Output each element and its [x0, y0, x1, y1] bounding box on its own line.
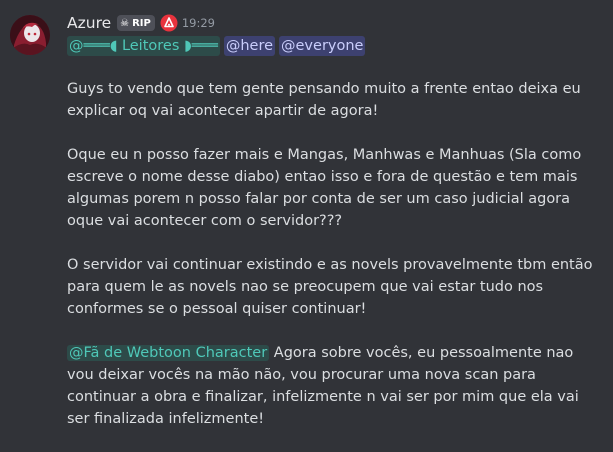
- mentions-line: @═══◖ Leitores ◗═══ @here @everyone: [67, 36, 366, 56]
- avatar[interactable]: [10, 15, 50, 55]
- message-paragraph-last: @Fã de Webtoon Character Agora sobre voc…: [67, 342, 603, 430]
- role-mention-fa-de-webtoon[interactable]: @Fã de Webtoon Character: [67, 345, 270, 361]
- skull-icon: ☠: [120, 17, 130, 29]
- server-tag[interactable]: ☠ RIP: [117, 15, 155, 31]
- avatar-image: [10, 15, 50, 55]
- message-paragraph: Oque eu n posso fazer mais e Mangas, Man…: [67, 147, 582, 229]
- timestamp[interactable]: 19:29: [182, 16, 215, 30]
- mention-here[interactable]: @here: [223, 36, 276, 56]
- server-tag-label: RIP: [132, 17, 151, 29]
- message-header: Azure ☠ RIP 19:29: [67, 12, 215, 34]
- message-paragraph: Guys to vendo que tem gente pensando mui…: [67, 81, 581, 119]
- mention-everyone[interactable]: @everyone: [279, 36, 366, 56]
- role-mention-leitores[interactable]: @═══◖ Leitores ◗═══: [67, 36, 220, 56]
- username[interactable]: Azure: [67, 14, 111, 32]
- red-alert-badge-icon[interactable]: [160, 14, 178, 32]
- message-paragraph: O servidor vai continuar existindo e as …: [67, 257, 593, 317]
- chat-message: Azure ☠ RIP 19:29 @═══◖ Leitores ◗═══ @h…: [0, 0, 613, 437]
- message-content: Guys to vendo que tem gente pensando mui…: [67, 78, 603, 452]
